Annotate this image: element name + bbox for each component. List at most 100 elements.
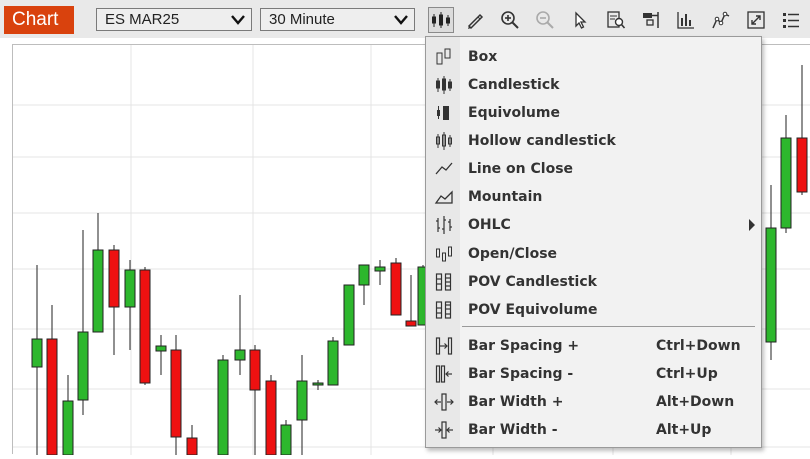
- cursor-icon[interactable]: [567, 7, 593, 33]
- candle: [217, 355, 229, 456]
- candle-body: [343, 284, 355, 346]
- candle-body: [217, 359, 229, 456]
- candle: [296, 355, 308, 455]
- symbol-select[interactable]: ES MAR25: [96, 8, 252, 31]
- candle-body: [296, 380, 308, 421]
- candle-body: [170, 349, 182, 438]
- candle: [358, 264, 370, 305]
- chart-tab[interactable]: Chart: [4, 6, 74, 34]
- candle: [92, 213, 104, 333]
- interval-value: 30 Minute: [269, 11, 335, 28]
- study-icon[interactable]: [638, 7, 664, 33]
- candle-body: [358, 264, 370, 286]
- menu-item-bar-spacing-minus[interactable]: Bar Spacing - Ctrl+Up: [426, 360, 761, 388]
- list-icon[interactable]: [778, 7, 804, 33]
- candle-body: [249, 349, 261, 391]
- candle-body: [327, 340, 339, 386]
- ohlc-icon: [433, 215, 455, 235]
- candle: [124, 260, 136, 350]
- chevron-down-icon: [231, 9, 245, 25]
- menu-item-candlestick[interactable]: Candlestick: [426, 71, 761, 99]
- hollow-candlestick-icon: [433, 131, 455, 151]
- candle: [139, 267, 151, 385]
- candle: [31, 265, 43, 455]
- interval-select[interactable]: 30 Minute: [260, 8, 415, 31]
- menu-item-pov-equivolume[interactable]: POV Equivolume: [426, 296, 761, 324]
- menu-item-equivolume[interactable]: Equivolume: [426, 99, 761, 127]
- menu-item-bar-width-minus[interactable]: Bar Width - Alt+Up: [426, 416, 761, 444]
- equivolume-icon: [433, 103, 455, 123]
- resize-icon[interactable]: [743, 7, 769, 33]
- menu-item-label: Line on Close: [468, 161, 574, 177]
- candle: [390, 258, 402, 316]
- line-on-close-icon: [433, 159, 455, 179]
- candle-body: [374, 266, 386, 272]
- menu-item-box[interactable]: Box: [426, 43, 761, 71]
- chevron-down-icon: [394, 9, 408, 25]
- menu-item-label: Hollow candlestick: [468, 133, 616, 149]
- candle: [155, 335, 167, 375]
- candle-body: [77, 331, 89, 401]
- submenu-arrow-icon: [749, 219, 755, 231]
- candle: [405, 275, 417, 327]
- candle: [343, 284, 355, 346]
- bar-spacing-plus-icon: [433, 336, 455, 356]
- draw-icon[interactable]: [462, 7, 488, 33]
- candle: [374, 260, 386, 285]
- indicator-icon[interactable]: [708, 7, 734, 33]
- candle-body: [31, 338, 43, 368]
- candle: [265, 375, 277, 456]
- candle-body: [139, 269, 151, 384]
- candle-body: [62, 400, 74, 456]
- menu-item-mountain[interactable]: Mountain: [426, 183, 761, 211]
- zoom-out-icon[interactable]: [532, 7, 558, 33]
- candle: [234, 295, 246, 375]
- candle: [46, 305, 58, 456]
- menu-item-label: Bar Spacing -: [468, 366, 574, 382]
- candle-body: [155, 345, 167, 352]
- menu-item-open-close[interactable]: Open/Close: [426, 240, 761, 268]
- menu-item-shortcut: Ctrl+Down: [656, 338, 741, 354]
- menu-item-pov-candlestick[interactable]: POV Candlestick: [426, 268, 761, 296]
- menu-item-label: POV Equivolume: [468, 302, 598, 318]
- menu-item-label: OHLC: [468, 217, 511, 233]
- candle-body: [234, 349, 246, 361]
- zoom-in-icon[interactable]: [497, 7, 523, 33]
- menu-item-label: Bar Spacing +: [468, 338, 580, 354]
- candle-body: [92, 249, 104, 333]
- chart-type-menu: Box Candlestick Equivolume Hollow candle…: [425, 36, 762, 448]
- menu-item-ohlc[interactable]: OHLC: [426, 211, 761, 239]
- menu-item-label: POV Candlestick: [468, 274, 597, 290]
- menu-item-line-on-close[interactable]: Line on Close: [426, 155, 761, 183]
- pov-candlestick-icon: [433, 272, 455, 292]
- menu-item-label: Box: [468, 49, 498, 65]
- candlestick-type-icon[interactable]: [428, 7, 454, 33]
- find-icon[interactable]: [603, 7, 629, 33]
- menu-item-bar-width-plus[interactable]: Bar Width + Alt+Down: [426, 388, 761, 416]
- menu-item-hollow-candlestick[interactable]: Hollow candlestick: [426, 127, 761, 155]
- mountain-icon: [433, 187, 455, 207]
- menu-item-shortcut: Alt+Down: [656, 394, 735, 410]
- candle: [280, 420, 292, 456]
- candle: [780, 115, 792, 233]
- candle: [77, 230, 89, 415]
- candle-body: [405, 320, 417, 327]
- bar-width-minus-icon: [433, 420, 455, 440]
- menu-item-label: Bar Width +: [468, 394, 564, 410]
- menu-item-label: Equivolume: [468, 105, 560, 121]
- candle-body: [186, 437, 198, 456]
- open-close-icon: [433, 244, 455, 264]
- candle: [327, 337, 339, 386]
- bar-spacing-minus-icon: [433, 364, 455, 384]
- menu-item-shortcut: Alt+Up: [656, 422, 712, 438]
- candle: [796, 65, 808, 195]
- menu-item-bar-spacing-plus[interactable]: Bar Spacing + Ctrl+Down: [426, 332, 761, 360]
- menu-item-label: Bar Width -: [468, 422, 558, 438]
- volume-bars-icon[interactable]: [673, 7, 699, 33]
- symbol-value: ES MAR25: [105, 11, 180, 28]
- candle-body: [312, 382, 324, 386]
- candle-body: [765, 227, 777, 343]
- box-icon: [433, 47, 455, 67]
- candle: [765, 185, 777, 360]
- candle-body: [108, 249, 120, 308]
